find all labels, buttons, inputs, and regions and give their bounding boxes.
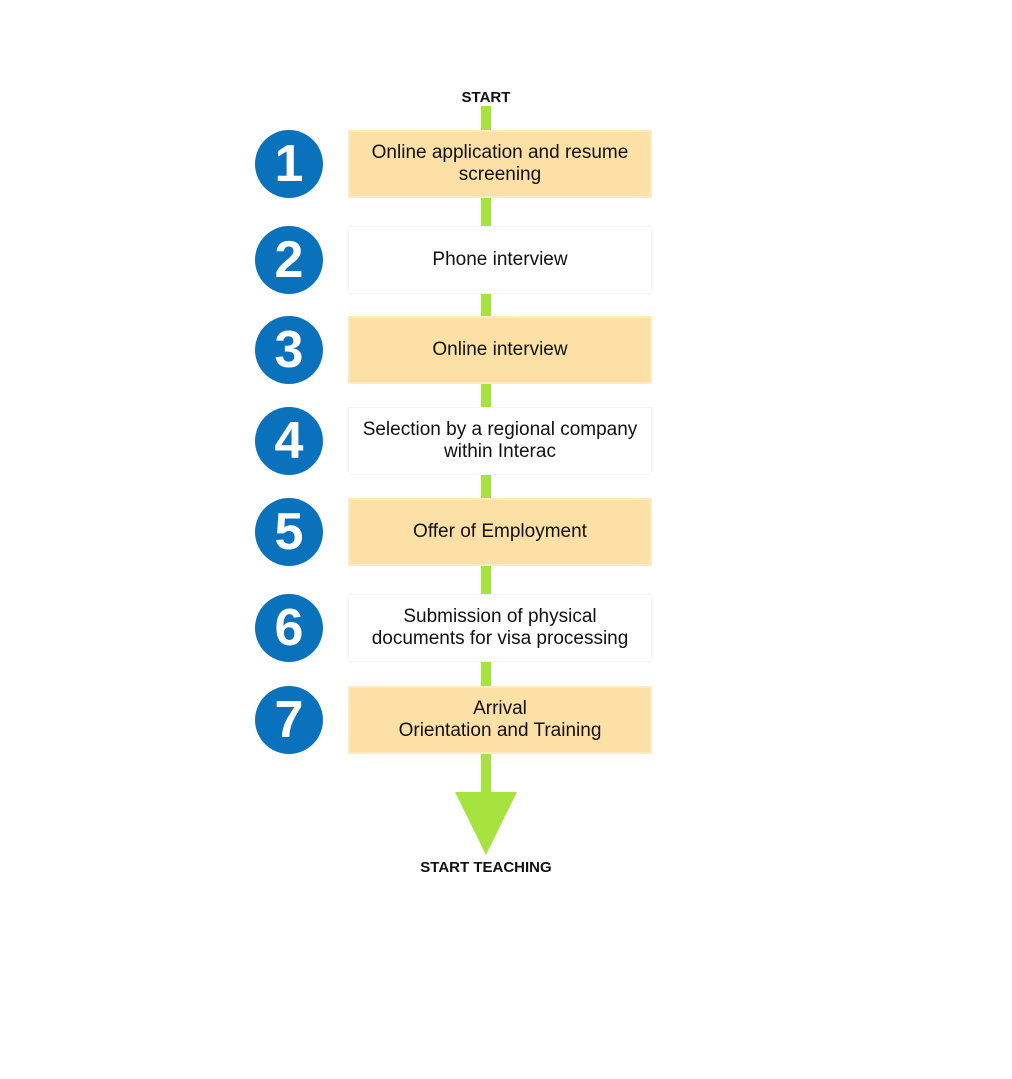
arrow-down-icon <box>455 792 517 855</box>
step-number-badge: 3 <box>255 316 323 384</box>
step-number-badge: 6 <box>255 594 323 662</box>
end-label: START TEACHING <box>420 859 552 876</box>
step-number-badge: 4 <box>255 407 323 475</box>
step-number-badge: 1 <box>255 130 323 198</box>
start-label: START <box>461 89 511 106</box>
step-box: Selection by a regional company within I… <box>348 407 652 475</box>
step-box: Online application and resume screening <box>348 130 652 198</box>
step-number-badge: 7 <box>255 686 323 754</box>
step-box: Phone interview <box>348 226 652 294</box>
step-number-badge: 5 <box>255 498 323 566</box>
step-box: Online interview <box>348 316 652 384</box>
step-box: Submission of physical documents for vis… <box>348 594 652 662</box>
step-box: Offer of Employment <box>348 498 652 566</box>
step-number-badge: 2 <box>255 226 323 294</box>
step-box: Arrival Orientation and Training <box>348 686 652 754</box>
